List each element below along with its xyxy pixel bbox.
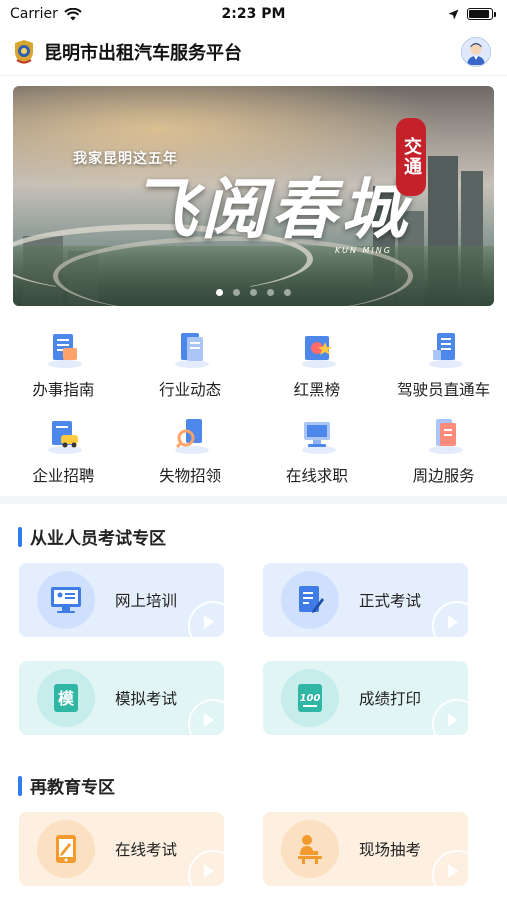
education-section-header: 再教育专区 [18,773,115,798]
play-icon [432,601,468,637]
online-exam-card[interactable]: 在线考试 [19,812,224,886]
menu-item-nearby-service[interactable]: 周边服务 [380,414,507,486]
carousel-dot[interactable] [267,289,274,296]
card-icon-circle [281,571,339,629]
carousel-dot[interactable] [233,289,240,296]
play-icon [188,850,224,886]
section-divider [0,496,507,504]
card-label: 现场抽考 [359,841,422,859]
exam-section-header: 从业人员考试专区 [18,524,166,549]
onsite-exam-card[interactable]: 现场抽考 [263,812,468,886]
section-title: 再教育专区 [30,778,115,798]
avatar[interactable] [461,36,491,67]
battery-icon [467,8,496,20]
quick-menu: 办事指南 行业动态 红黑榜 驾驶员直通车 企业招聘 失物招领 在线求职 周边服务 [0,328,507,486]
carousel-indicator[interactable] [13,289,494,296]
menu-label: 企业招聘 [32,467,95,485]
menu-item-ranking[interactable]: 红黑榜 [254,328,381,400]
menu-label: 周边服务 [412,467,475,485]
menu-item-lost-found[interactable]: 失物招领 [127,414,254,486]
menu-label: 失物招领 [159,467,222,485]
status-bar: Carrier 2:23 PM [0,0,507,28]
card-label: 正式考试 [359,592,422,610]
mock-exam-card[interactable]: 模 模拟考试 [19,661,224,735]
menu-item-guide[interactable]: 办事指南 [0,328,127,400]
play-icon [432,850,468,886]
menu-label: 红黑榜 [293,381,341,399]
badge-icon [15,39,33,64]
banner-carousel[interactable]: 我家昆明这五年 飞阅春城 交通 KUN MING [13,86,494,306]
ranking-icon [301,336,336,368]
carousel-dot[interactable] [216,289,223,296]
menu-item-news[interactable]: 行业动态 [127,328,254,400]
card-icon-circle [281,820,339,878]
status-right [448,8,496,20]
recruitment-icon [48,421,83,454]
play-icon [432,699,468,735]
card-icon-circle [37,571,95,629]
banner-seal: 交通 [396,118,426,196]
mock-exam-icon-text: 模 [58,689,75,708]
card-label: 成绩打印 [359,690,422,708]
carousel-dot[interactable] [284,289,291,296]
banner-en-text: KUN MING [335,246,392,255]
play-icon [188,601,224,637]
header: 昆明市出租汽车服务平台 [0,28,507,76]
banner-title: 飞阅春城 [131,170,411,248]
wifi-icon [64,7,82,20]
carrier-label: Carrier [10,6,58,22]
lost-found-icon [175,419,210,454]
score-print-card[interactable]: 100 成绩打印 [263,661,468,735]
onsite-exam-icon [298,835,322,864]
card-label: 模拟考试 [115,690,178,708]
user-avatar-icon [467,42,485,65]
page-title: 昆明市出租汽车服务平台 [44,42,242,64]
formal-exam-card[interactable]: 正式考试 [263,563,468,637]
card-icon-circle: 100 [281,669,339,727]
play-icon [188,699,224,735]
section-accent-bar [18,775,22,796]
nearby-service-icon [428,419,463,454]
card-label: 网上培训 [115,592,178,610]
news-icon [175,333,210,368]
menu-label: 在线求职 [285,467,348,485]
formal-exam-icon [299,586,324,613]
section-accent-bar [18,526,22,547]
section-title: 从业人员考试专区 [30,529,166,549]
menu-label: 驾驶员直通车 [397,381,491,399]
menu-label: 办事指南 [32,381,95,399]
status-left: Carrier [10,6,82,22]
card-icon-circle: 模 [37,669,95,727]
card-label: 在线考试 [115,841,178,859]
menu-item-driver-channel[interactable]: 驾驶员直通车 [380,328,507,400]
score-print-icon-text: 100 [300,693,321,704]
card-icon-circle [37,820,95,878]
online-training-card[interactable]: 网上培训 [19,563,224,637]
online-exam-icon [56,835,76,863]
mock-exam-icon: 模 [54,684,78,712]
score-print-icon: 100 [298,684,322,712]
job-search-icon [301,422,336,454]
driver-channel-icon [428,333,463,368]
menu-item-job-search[interactable]: 在线求职 [254,414,381,486]
menu-item-recruitment[interactable]: 企业招聘 [0,414,127,486]
carousel-dot[interactable] [250,289,257,296]
menu-label: 行业动态 [159,381,222,399]
location-arrow-icon [448,9,459,19]
guide-book-icon [48,334,83,368]
online-training-icon [51,587,81,613]
